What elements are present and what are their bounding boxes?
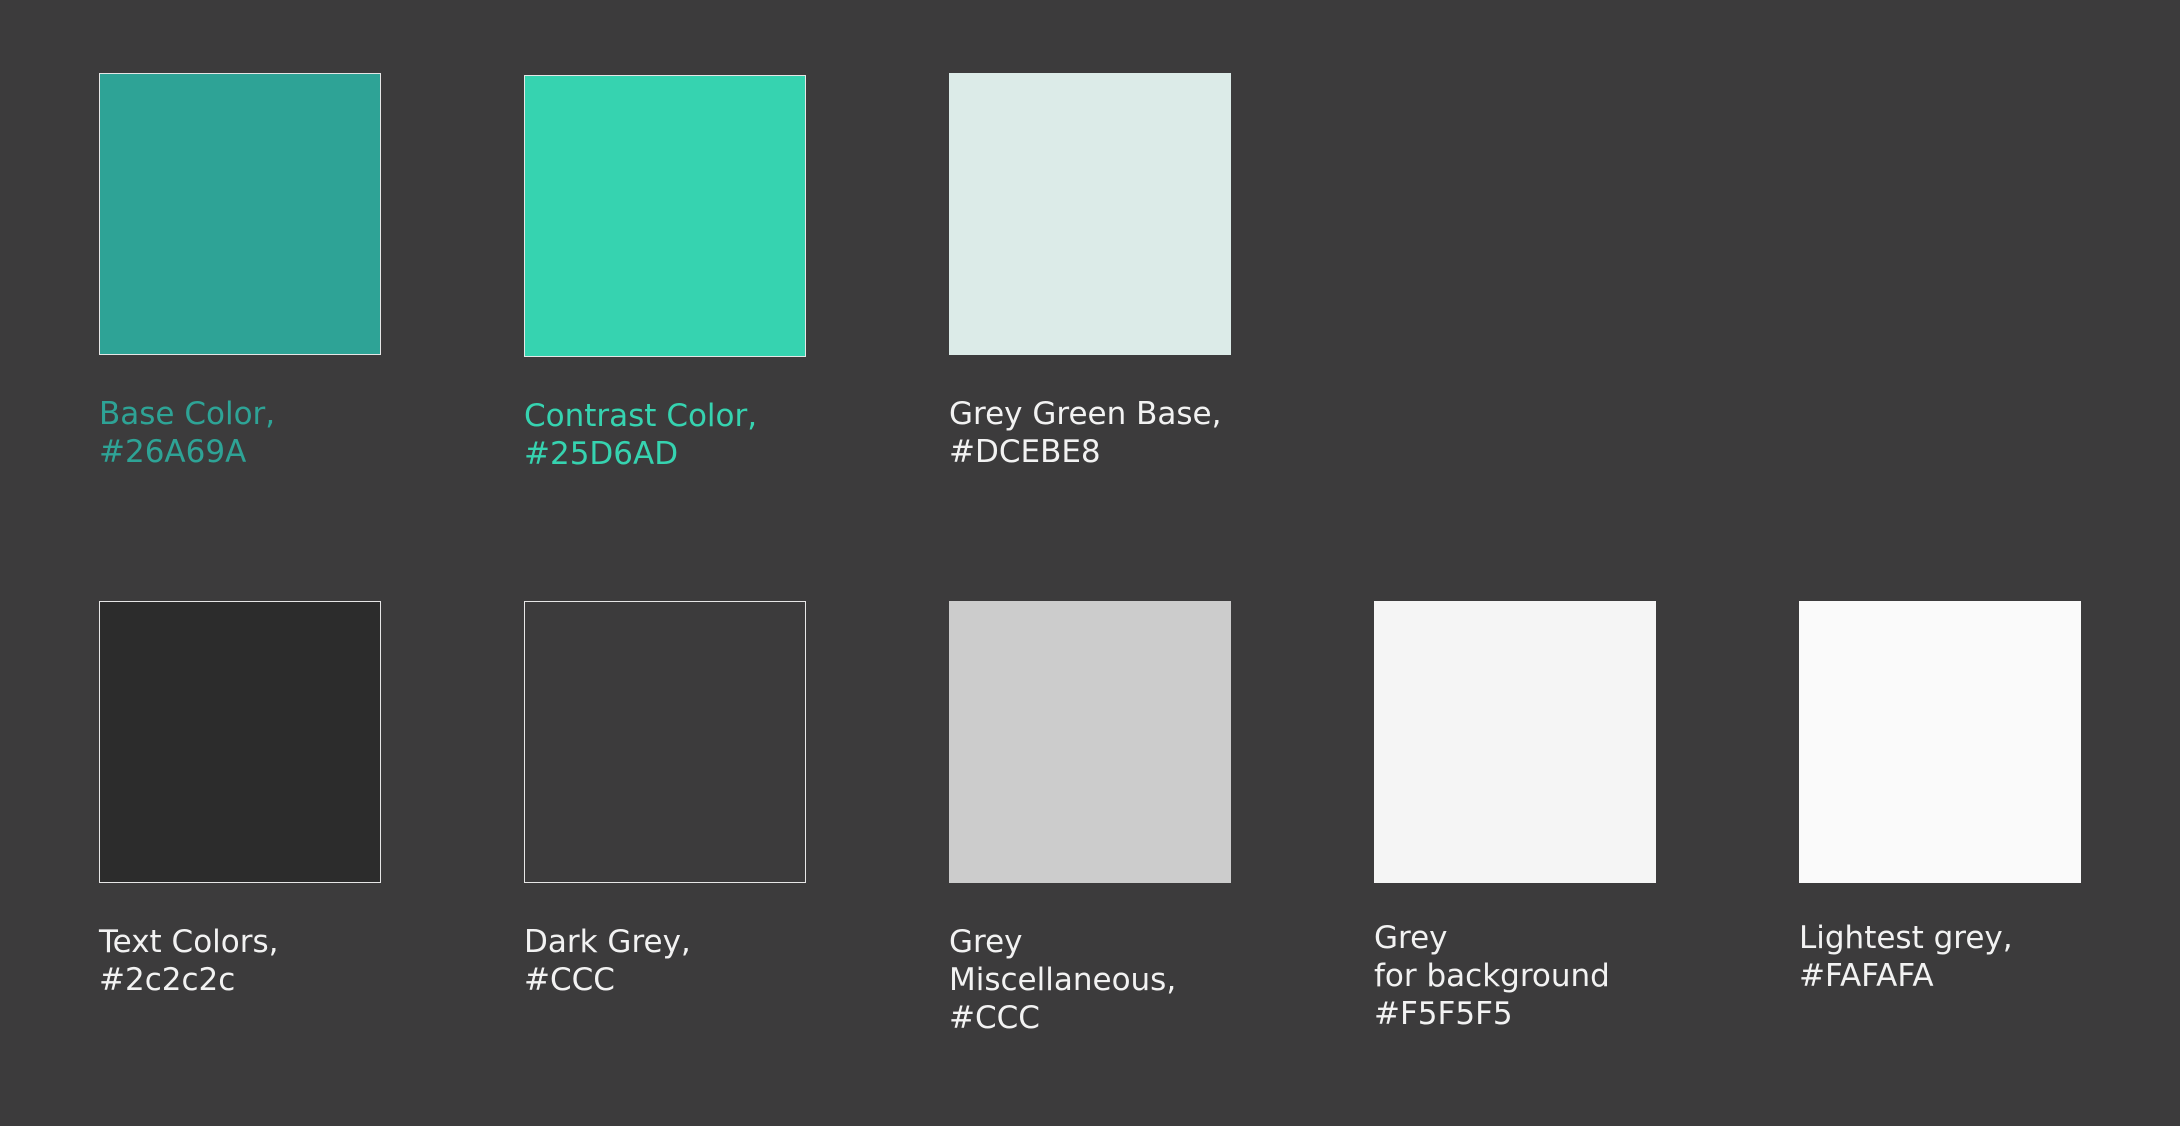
swatch-grey-miscellaneous: Grey Miscellaneous, #CCC	[949, 601, 1231, 1037]
label-line: Miscellaneous,	[949, 962, 1177, 998]
color-label: Text Colors, #2c2c2c	[99, 923, 381, 999]
color-label: Grey Miscellaneous, #CCC	[949, 923, 1231, 1037]
label-line: Grey	[1374, 920, 1448, 956]
color-square	[524, 75, 806, 357]
label-line: #F5F5F5	[1374, 996, 1513, 1032]
color-code: #25D6AD	[524, 436, 679, 472]
color-label: Contrast Color, #25D6AD	[524, 397, 806, 473]
label-line: #CCC	[949, 1000, 1040, 1036]
color-label: Dark Grey, #CCC	[524, 923, 806, 999]
swatch-text-colors: Text Colors, #2c2c2c	[99, 601, 381, 999]
color-label: Grey for background #F5F5F5	[1374, 919, 1656, 1033]
color-square	[1374, 601, 1656, 883]
color-label: Base Color, #26A69A	[99, 395, 381, 471]
color-square	[99, 601, 381, 883]
swatch-grey-background: Grey for background #F5F5F5	[1374, 601, 1656, 1033]
swatch-dark-grey: Dark Grey, #CCC	[524, 601, 806, 999]
color-code: #DCEBE8	[949, 434, 1101, 470]
label-line: #2c2c2c	[99, 962, 236, 998]
color-name: Contrast Color,	[524, 398, 758, 434]
swatch-lightest-grey: Lightest grey, #FAFAFA	[1799, 601, 2081, 995]
label-line: Dark Grey,	[524, 924, 691, 960]
swatch-contrast-color: Contrast Color, #25D6AD	[524, 75, 806, 473]
label-line: Lightest grey,	[1799, 920, 2013, 956]
label-line: Grey	[949, 924, 1023, 960]
color-code: #26A69A	[99, 434, 247, 470]
label-line: Text Colors,	[99, 924, 279, 960]
color-square	[949, 601, 1231, 883]
color-square	[1799, 601, 2081, 883]
color-square	[949, 73, 1231, 355]
label-line: #FAFAFA	[1799, 958, 1934, 994]
color-square	[524, 601, 806, 883]
color-label: Grey Green Base, #DCEBE8	[949, 395, 1231, 471]
color-label: Lightest grey, #FAFAFA	[1799, 919, 2081, 995]
label-line: #CCC	[524, 962, 615, 998]
color-name: Grey Green Base,	[949, 396, 1222, 432]
swatch-grey-green-base: Grey Green Base, #DCEBE8	[949, 73, 1231, 471]
swatch-base-color: Base Color, #26A69A	[99, 73, 381, 471]
color-palette-canvas: { "row1": [ {"name_line": "Base Color,",…	[0, 0, 2180, 1126]
color-square	[99, 73, 381, 355]
label-line: for background	[1374, 958, 1610, 994]
color-name: Base Color,	[99, 396, 276, 432]
